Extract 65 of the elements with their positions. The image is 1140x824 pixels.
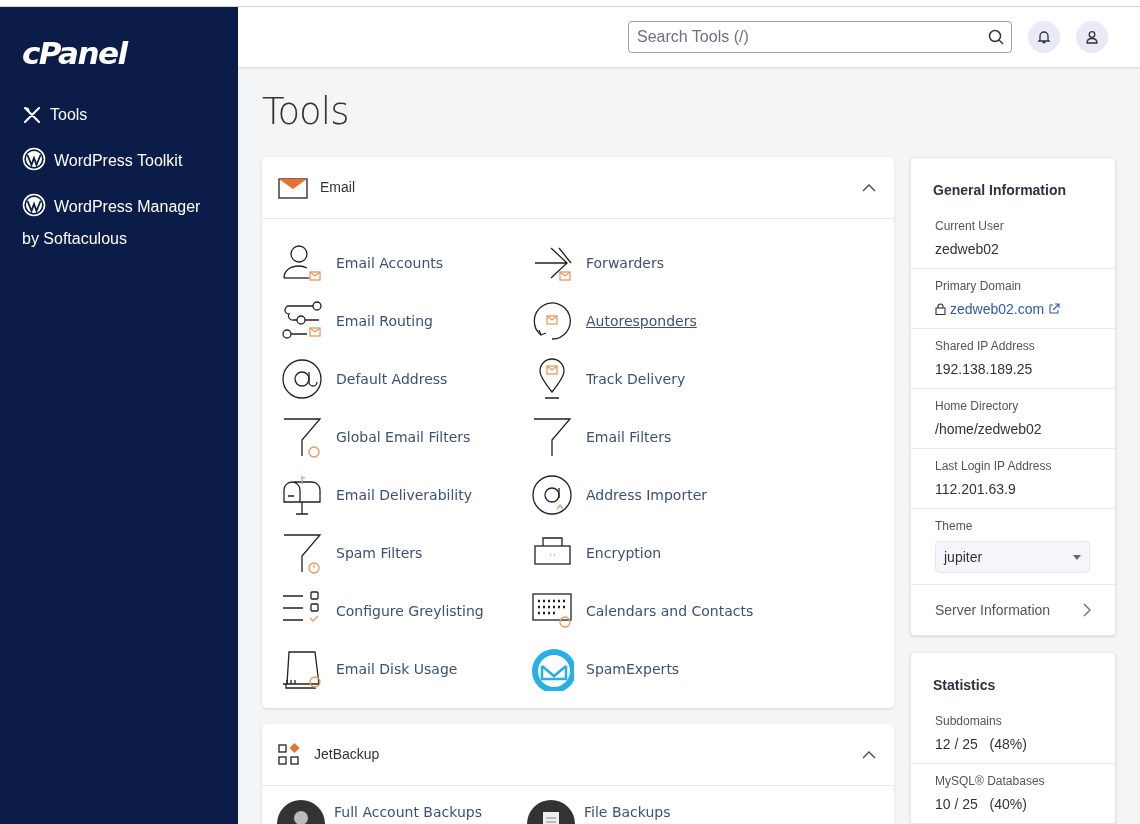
tool-link[interactable]: Spam Filters xyxy=(280,524,530,582)
at-sign-icon xyxy=(530,473,574,517)
card-title: General Information xyxy=(932,181,1068,200)
tool-link[interactable]: SpamExperts xyxy=(530,640,780,698)
tool-link[interactable]: Encryption xyxy=(530,524,780,582)
sidebar-item[interactable]: WordPress Toolkit xyxy=(22,145,183,177)
theme-select[interactable]: jupiter xyxy=(935,541,1090,573)
field-value: /home/zedweb02 xyxy=(935,420,1043,439)
field-label: Shared IP Address xyxy=(935,338,1036,355)
lock-icon xyxy=(935,303,946,315)
section-header[interactable]: JetBackup xyxy=(262,724,894,786)
field-label: Current User xyxy=(935,218,1005,235)
section-header[interactable]: Email xyxy=(262,157,894,219)
tools-icon xyxy=(22,105,42,125)
search-field[interactable]: Search Tools (/) xyxy=(628,21,1012,53)
field-value: 12 / 25 (48%) xyxy=(935,735,1028,754)
tool-link[interactable]: Forwarders xyxy=(530,234,780,292)
page-title: Tools xyxy=(262,89,350,135)
field-label: Theme xyxy=(935,518,974,535)
server-information-link[interactable]: Server Information xyxy=(911,585,1115,635)
wordpress-icon xyxy=(22,147,46,171)
grid-icon xyxy=(278,742,302,767)
tool-link[interactable]: Address Importer xyxy=(530,466,780,524)
envelope-badge-icon xyxy=(530,647,574,691)
section-title: Email xyxy=(320,178,356,197)
tool-link[interactable]: Default Address xyxy=(280,350,530,408)
wordpress-icon xyxy=(22,193,46,217)
tool-link[interactable]: Track Delivery xyxy=(530,350,780,408)
chevron-right-icon xyxy=(1083,603,1091,617)
sidebar-item[interactable]: Tools xyxy=(22,99,88,131)
tool-link[interactable]: Email Filters xyxy=(530,408,780,466)
field-label: MySQL® Databases xyxy=(935,773,1046,790)
field-value: 10 / 25 (40%) xyxy=(935,795,1028,814)
sidebar-item[interactable]: WordPress Manager by Softaculous xyxy=(22,191,210,255)
domain-link[interactable]: zedweb02.com xyxy=(950,299,1045,319)
field-label: Primary Domain xyxy=(935,278,1022,295)
section-title: JetBackup xyxy=(314,745,381,764)
field-value: 192.138.189.25 xyxy=(935,360,1034,379)
tool-link[interactable]: Email Routing xyxy=(280,292,530,350)
field-value: 112.201.63.9 xyxy=(935,480,1017,499)
tool-link[interactable]: Email Accounts xyxy=(280,234,530,292)
field-label: Subdomains xyxy=(935,713,1003,730)
card-title: Statistics xyxy=(932,676,997,695)
user-button[interactable] xyxy=(1076,21,1108,53)
tool-link[interactable]: Email Deliverability xyxy=(280,466,530,524)
tool-link[interactable]: Global Email Filters xyxy=(280,408,530,466)
notifications-button[interactable] xyxy=(1028,21,1060,53)
field-label: Last Login IP Address xyxy=(935,458,1053,475)
envelope-icon xyxy=(278,176,308,199)
dropdown-icon xyxy=(1073,554,1081,560)
external-link-icon xyxy=(1048,303,1061,315)
mailbox-icon xyxy=(280,473,324,517)
tool-link[interactable]: Email Disk Usage xyxy=(280,640,530,698)
at-sign-icon xyxy=(280,357,324,401)
user-icon xyxy=(1085,30,1099,44)
search-icon xyxy=(988,29,1004,45)
field-label: Home Directory xyxy=(935,398,1020,415)
field-value: zedweb02 xyxy=(935,240,1000,259)
bell-icon xyxy=(1037,30,1051,44)
logo: cPanel xyxy=(22,35,129,71)
tool-link[interactable]: File Backups xyxy=(530,800,780,824)
tool-link[interactable]: Full Account Backups xyxy=(280,800,530,824)
tool-link[interactable]: Autoresponders xyxy=(530,292,780,350)
tool-link[interactable]: Calendars and Contacts xyxy=(530,582,780,640)
tool-link[interactable]: Configure Greylisting xyxy=(280,582,530,640)
